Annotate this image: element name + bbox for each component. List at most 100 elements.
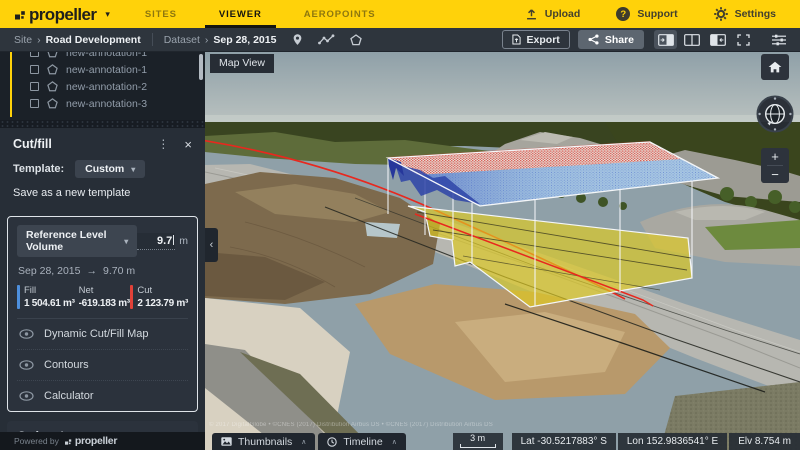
share-button[interactable]: Share [577,30,644,49]
template-label: Template: [13,163,65,175]
export-button[interactable]: Export [501,30,570,49]
sky [205,52,800,124]
tab-sites[interactable]: SITES [124,0,198,28]
checkbox[interactable] [30,52,39,57]
image-icon [221,437,232,446]
list-item[interactable]: new-annotation-2 [0,78,205,95]
home-icon [768,61,782,73]
polygon-annotation-icon [47,64,58,75]
thumbnails-label: Thumbnails [238,435,293,448]
visibility-eye-icon [19,329,34,339]
annotation-label: new-annotation-1 [66,52,148,59]
fill-value: 1 504.61 m³ [24,298,75,309]
thumbnails-tab[interactable]: Thumbnails ∧ [212,433,316,450]
panel-right-icon [657,33,674,46]
split-view-button[interactable] [680,30,703,49]
display-settings-button[interactable] [767,30,790,49]
annotation-list: new-annotation-1 new-annotation-1 new-an… [0,52,205,120]
support-button[interactable]: ? Support [616,7,678,21]
calculator-toggle[interactable]: Calculator [17,380,188,411]
zoom-in-button[interactable]: + [761,148,789,165]
site-breadcrumb-label: Site [14,33,33,46]
kebab-menu-icon[interactable]: ⋮ [157,137,169,151]
contours-toggle[interactable]: Contours [17,349,188,380]
template-row: Template: Custom ▾ [0,157,205,186]
polygon-tool[interactable] [350,33,363,46]
horizon-haze [205,115,800,123]
visibility-eye-icon [19,391,34,401]
dataset-breadcrumb[interactable]: Dataset › Sep 28, 2015 [164,34,277,46]
settings-button[interactable]: Settings [713,7,776,21]
propeller-logo-icon [64,438,72,445]
marker-pin-icon [294,34,302,45]
net-label: Net [78,285,94,296]
toolbar-right-actions: Export Share [501,30,794,49]
cutfill-panel: Cut/fill ⋮ × Template: Custom ▾ Save as … [0,128,205,432]
cut-stat: Cut 2 123.79 m³ [130,285,188,309]
template-dropdown[interactable]: Custom ▾ [75,160,146,178]
scrollbar-thumb[interactable] [199,54,203,80]
close-icon[interactable]: × [184,138,192,151]
map-viewport[interactable]: Map View ‹ + − © 2017 DigitalGlobe • ©CN… [205,52,800,450]
support-label: Support [637,8,678,20]
home-view-button[interactable] [761,54,789,80]
cut-color-bar [130,285,134,309]
checkbox[interactable] [30,99,39,108]
chevron-up-icon: ∧ [301,438,307,446]
timeline-tab[interactable]: Timeline ∧ [318,433,406,450]
brand-name: propeller [29,4,97,24]
reference-level-input[interactable]: 9.7 [137,232,176,250]
visibility-eye-icon [19,360,34,370]
panel-left-icon [709,33,726,46]
reference-level-dropdown[interactable]: Reference Level Volume ▾ [17,225,138,257]
checkbox[interactable] [30,65,39,74]
net-stat: Net -619.183 m³ [75,285,131,309]
dataset-date: Sep 28, 2015 [18,265,81,277]
compass-orbit-control[interactable] [756,95,794,133]
terrain-3d-scene[interactable] [205,52,800,450]
export-file-icon [511,34,521,45]
bottom-panel-tabs: Thumbnails ∧ Timeline ∧ [212,433,406,450]
expand-left-panel-button[interactable] [706,30,729,49]
powered-by-brand[interactable]: propeller [64,435,117,447]
left-sidebar: new-annotation-1 new-annotation-1 new-an… [0,52,205,432]
fill-label: Fill [24,285,37,296]
scale-indicator: 3 m [452,433,503,450]
fullscreen-button[interactable] [732,30,755,49]
expand-right-panel-button[interactable] [654,30,677,49]
list-item[interactable]: new-annotation-1 [0,61,205,78]
powered-by-label: Powered by [14,436,59,446]
tab-viewer[interactable]: VIEWER [198,0,283,28]
top-navigation-bar: propeller ▾ SITES VIEWER AEROPOINTS Uplo… [0,0,800,28]
scale-bracket [459,444,496,448]
upload-button[interactable]: Upload [525,8,580,20]
map-navigation-controls: + − [756,54,794,183]
brand-chevron-down-icon[interactable]: ▾ [105,9,110,20]
map-attribution: © 2017 DigitalGlobe • ©CNES (2017) Distr… [209,422,493,428]
sidebar-collapse-handle[interactable]: ‹ [205,228,218,262]
main-tabs: SITES VIEWER AEROPOINTS [124,0,397,28]
export-label: Export [526,33,560,46]
site-breadcrumb[interactable]: Site › Road Development [14,34,141,46]
polyline-tool[interactable] [318,34,335,45]
settings-label: Settings [734,8,776,20]
propeller-logo[interactable]: propeller ▾ [15,6,110,23]
split-columns-icon [683,33,700,46]
polygon-icon [350,33,363,45]
chevron-up-icon: ∧ [391,438,397,446]
annotation-label: new-annotation-2 [66,80,148,93]
upload-icon [526,9,536,20]
checkbox[interactable] [30,82,39,91]
longitude-readout: Lon 152.9836541° E [617,433,728,450]
text-cursor [173,234,175,245]
save-template-link[interactable]: Save as a new template [0,186,205,209]
zoom-out-button[interactable]: − [761,166,789,183]
marker-pin-tool[interactable] [292,33,303,46]
panel-resize-handle[interactable] [0,120,205,128]
annotation-list-accent-bar [10,52,12,117]
dataset-breadcrumb-value: Sep 28, 2015 [213,33,277,46]
dynamic-cutfill-map-toggle[interactable]: Dynamic Cut/Fill Map [17,318,188,349]
list-item[interactable]: new-annotation-1 [0,52,205,61]
list-item[interactable]: new-annotation-3 [0,95,205,112]
tab-aeropoints[interactable]: AEROPOINTS [283,0,397,28]
